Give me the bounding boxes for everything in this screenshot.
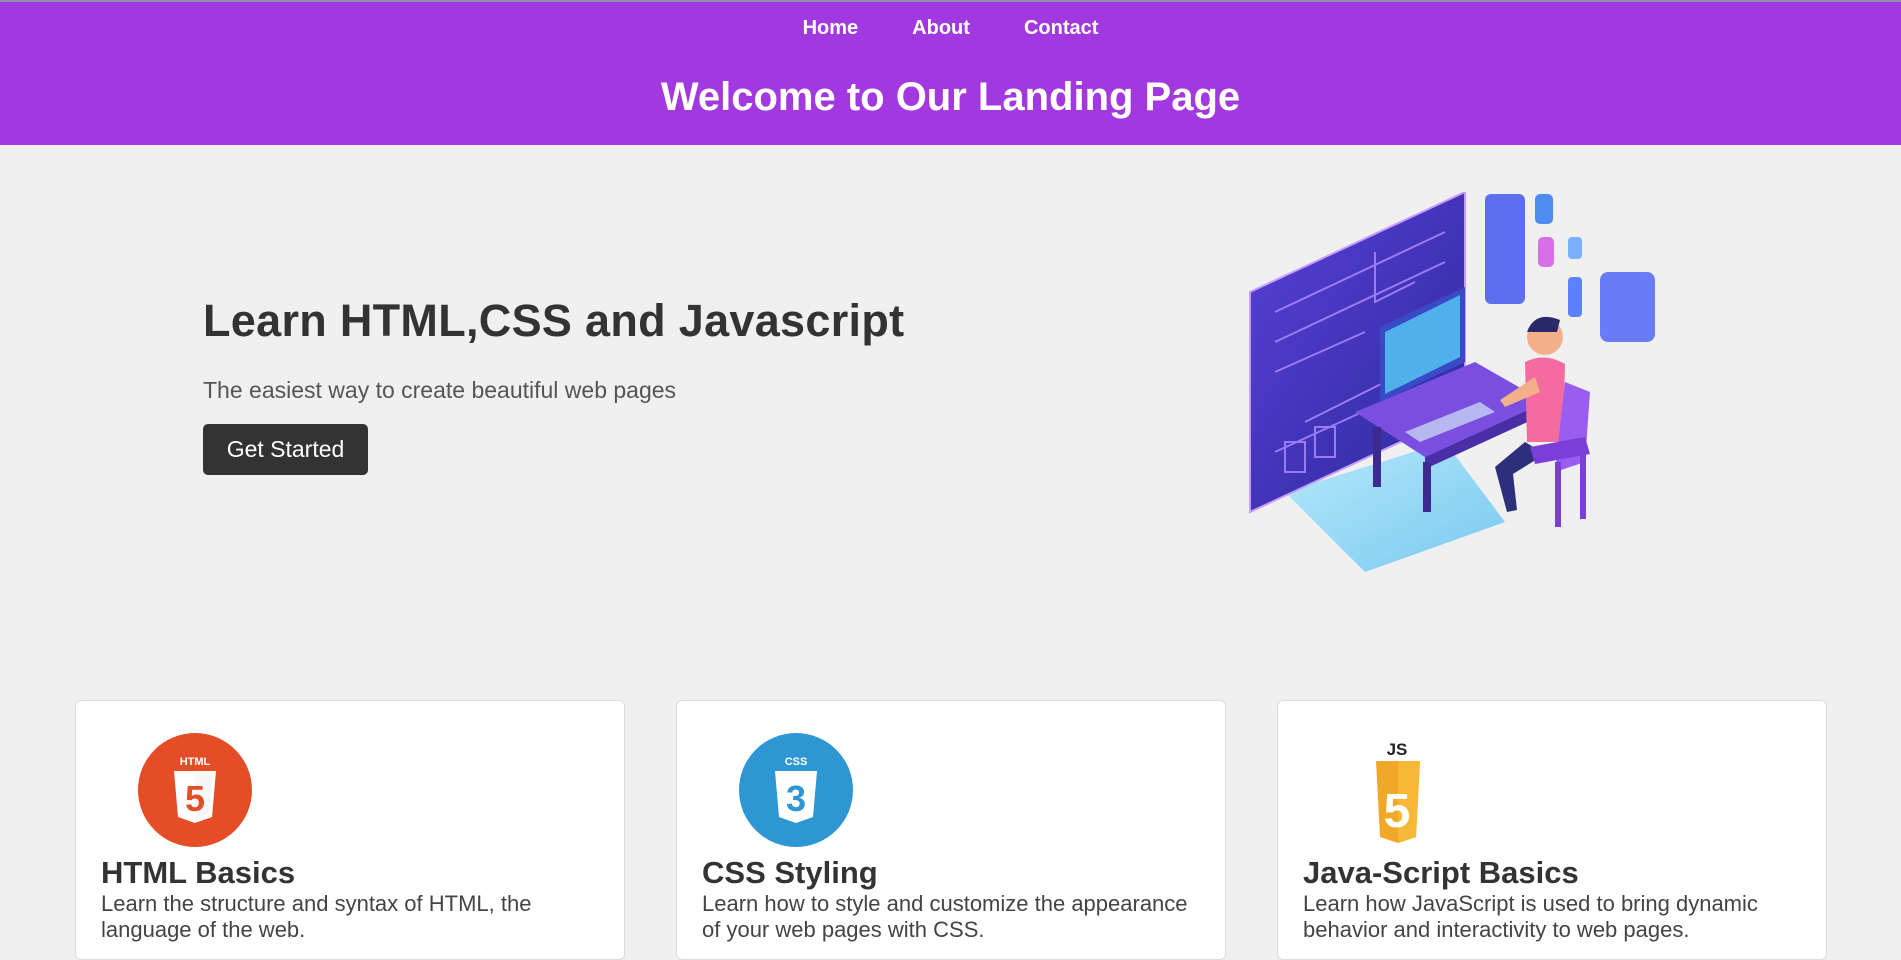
svg-text:5: 5 bbox=[1384, 785, 1411, 838]
html5-logo-icon: HTML 5 bbox=[138, 733, 252, 847]
javascript-logo-icon: JS 5 bbox=[1376, 740, 1420, 843]
card-description: Learn how JavaScript is used to bring dy… bbox=[1303, 891, 1758, 942]
page-title: Welcome to Our Landing Page bbox=[660, 75, 1241, 119]
css3-logo-icon: CSS 3 bbox=[739, 733, 853, 847]
nav-contact-link[interactable]: Contact bbox=[997, 16, 1125, 40]
javascript-basics-card: JS 5 Java-Script Basics Learn how JavaSc… bbox=[1277, 700, 1827, 960]
site-header: Home About Contact Welcome to Our Landin… bbox=[0, 0, 1901, 145]
html5-logo-text: HTML bbox=[180, 756, 211, 768]
main-nav: Home About Contact bbox=[0, 16, 1901, 40]
card-title: Java-Script Basics bbox=[1303, 855, 1579, 890]
hero-heading: Learn HTML,CSS and Javascript bbox=[203, 295, 905, 346]
get-started-button[interactable]: Get Started bbox=[203, 424, 368, 475]
js-logo-text: JS bbox=[1387, 740, 1408, 759]
card-description: Learn how to style and customize the app… bbox=[702, 891, 1188, 942]
hero-section: Learn HTML,CSS and Javascript The easies… bbox=[203, 295, 904, 404]
card-description: Learn the structure and syntax of HTML, … bbox=[101, 891, 532, 942]
hero-subtitle: The easiest way to create beautiful web … bbox=[203, 377, 677, 403]
card-title: HTML Basics bbox=[101, 855, 296, 890]
developer-illustration bbox=[1249, 192, 1655, 572]
css3-logo-text: CSS bbox=[785, 756, 808, 768]
svg-text:3: 3 bbox=[786, 778, 806, 819]
svg-text:5: 5 bbox=[185, 778, 205, 819]
nav-about-link[interactable]: About bbox=[885, 16, 997, 40]
css-styling-card: CSS 3 CSS Styling Learn how to style and… bbox=[676, 700, 1226, 960]
html-basics-card: HTML 5 HTML Basics Learn the structure a… bbox=[75, 700, 625, 960]
nav-home-link[interactable]: Home bbox=[776, 16, 886, 40]
card-title: CSS Styling bbox=[702, 855, 878, 890]
